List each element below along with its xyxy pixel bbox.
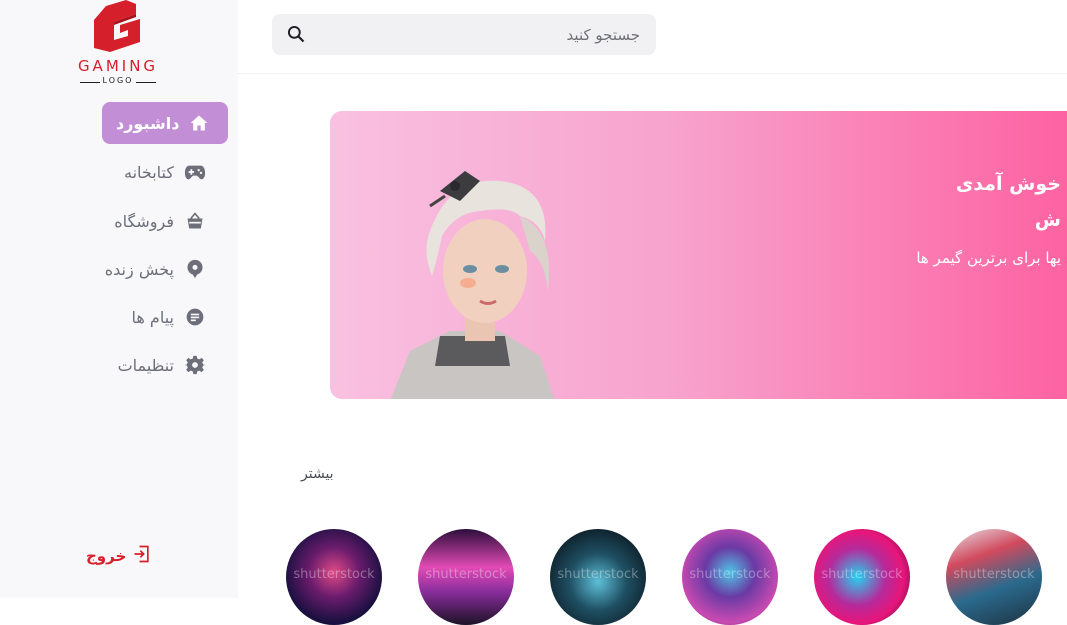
logo-line-right — [136, 82, 156, 83]
streamer-avatar[interactable]: shutterstock — [286, 529, 382, 625]
cyborg-girl-illustration — [390, 171, 555, 399]
streamer-avatar[interactable]: shutterstock — [682, 529, 778, 625]
logout-button[interactable]: خروج — [86, 544, 152, 568]
avatar-watermark: shutterstock — [557, 567, 639, 582]
sidebar-item-live-stream[interactable]: پخش زنده — [105, 248, 206, 290]
avatar-watermark: shutterstock — [821, 567, 903, 582]
sidebar-item-label: پیام ها — [131, 307, 174, 327]
sidebar-item-label: پخش زنده — [104, 259, 174, 279]
streamer-avatar[interactable]: shutterstock — [814, 529, 910, 625]
logout-icon — [132, 544, 152, 568]
home-icon — [189, 112, 209, 134]
logo-word: GAMING — [77, 57, 159, 75]
search-input[interactable] — [320, 22, 642, 47]
sidebar-item-store[interactable]: فروشگاه — [114, 200, 206, 242]
logo-mark-icon — [94, 0, 140, 52]
search-icon[interactable] — [286, 24, 308, 46]
more-link[interactable]: بیشتر — [301, 466, 334, 482]
topbar — [238, 0, 1067, 74]
logo-subtext: LOGO — [102, 76, 134, 85]
streamer-avatar[interactable]: shutterstock — [418, 529, 514, 625]
banner-subtitle: یها برای برترین گیمر ها — [916, 249, 1061, 267]
gear-icon — [184, 354, 206, 376]
sidebar: GAMING LOGO داشبورد کتابخانه فروشگاه پخش… — [0, 0, 238, 598]
sidebar-item-label: داشبورد — [116, 113, 180, 133]
logout-label: خروج — [86, 547, 127, 565]
avatar-watermark: shutterstock — [689, 567, 771, 582]
avatar-watermark: shutterstock — [953, 567, 1035, 582]
sidebar-item-label: فروشگاه — [114, 211, 174, 231]
gamepad-icon — [184, 161, 206, 183]
sidebar-item-library[interactable]: کتابخانه — [124, 151, 206, 193]
welcome-banner: خوش آمدی ش یها برای برترین گیمر ها — [330, 111, 1067, 399]
avatar-watermark: shutterstock — [293, 567, 375, 582]
basket-icon — [184, 210, 206, 232]
sidebar-item-messages[interactable]: پیام ها — [132, 296, 206, 338]
gaming-logo[interactable]: GAMING LOGO — [66, 0, 170, 90]
sidebar-item-label: کتابخانه — [123, 162, 174, 182]
sidebar-item-label: تنظیمات — [117, 355, 174, 375]
banner-title-line2: ش — [1034, 209, 1061, 231]
avatar-watermark: shutterstock — [425, 567, 507, 582]
streamer-avatar[interactable]: shutterstock — [550, 529, 646, 625]
sidebar-item-settings[interactable]: تنظیمات — [118, 344, 206, 386]
banner-title: خوش آمدی — [955, 173, 1061, 195]
live-stream-icon — [184, 258, 206, 280]
sidebar-item-dashboard[interactable]: داشبورد — [102, 102, 228, 144]
search-bar[interactable] — [272, 14, 656, 55]
streamer-avatar[interactable]: shutterstock — [946, 529, 1042, 625]
message-icon — [184, 306, 206, 328]
